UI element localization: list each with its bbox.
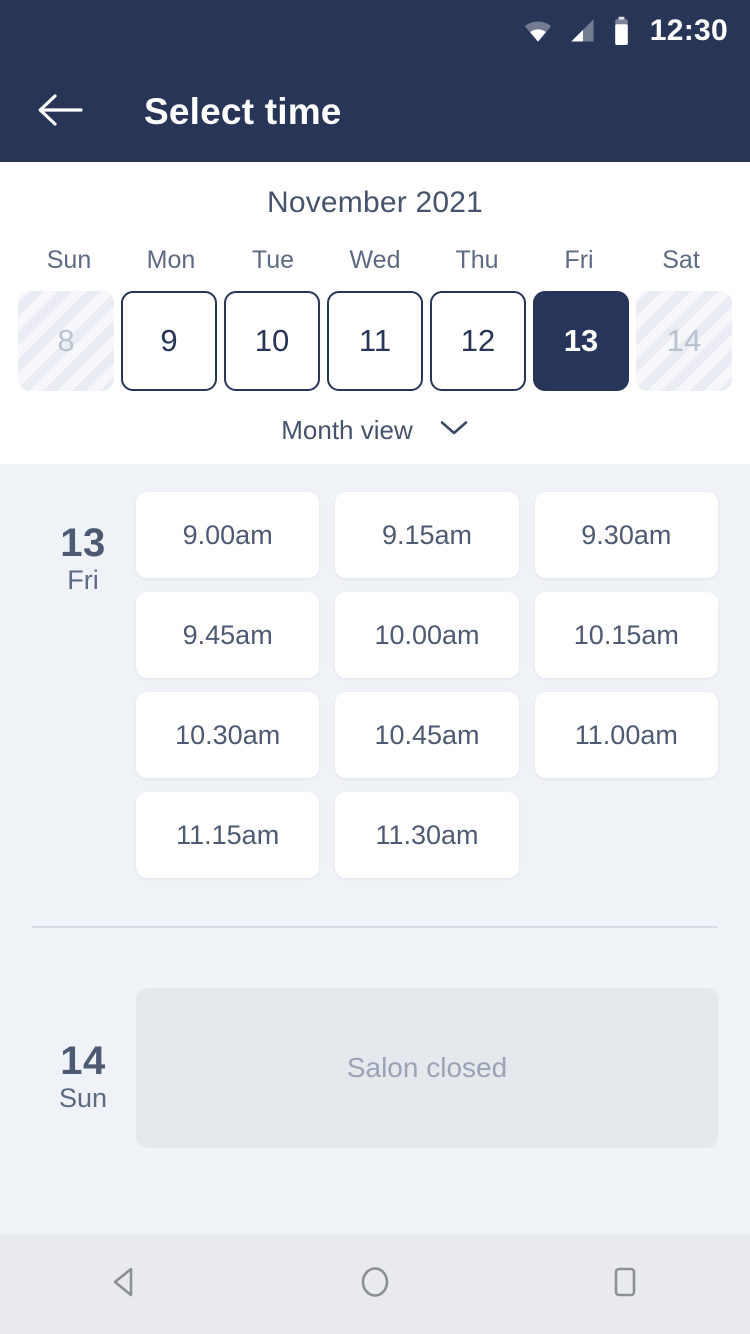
day-of-week: Fri	[67, 565, 99, 596]
cell-signal-icon	[569, 17, 597, 45]
weekday-label-thu: Thu	[455, 246, 499, 274]
time-slot[interactable]: 10.45am	[335, 692, 519, 778]
calendar-date-row: 8 9 10 11 12 13 14	[0, 291, 750, 391]
time-slot[interactable]: 9.45am	[136, 592, 320, 678]
weekday-label-tue: Tue	[251, 246, 295, 274]
android-nav-bar	[0, 1235, 750, 1334]
time-slot[interactable]: 9.30am	[534, 492, 718, 578]
calendar-month-title: November 2021	[266, 186, 484, 219]
time-slot[interactable]: 9.15am	[335, 492, 519, 578]
day-label-13: 13 Fri	[32, 492, 134, 878]
day-label-14: 14 Sun	[32, 988, 134, 1148]
battery-icon	[613, 16, 630, 46]
month-view-label: Month view	[281, 415, 413, 445]
weekday-header-row: Sun Mon Tue Wed Thu Fri Sat	[0, 246, 750, 275]
date-cell-9[interactable]: 9	[121, 291, 217, 391]
nav-back-button[interactable]	[70, 1235, 180, 1334]
time-slot[interactable]: 10.30am	[136, 692, 320, 778]
app-bar: Select time	[0, 62, 750, 162]
time-slot[interactable]: 9.00am	[136, 492, 320, 578]
page-title: Select time	[144, 91, 342, 132]
weekday-label-sun: Sun	[46, 246, 92, 274]
time-slot[interactable]: 10.15am	[534, 592, 718, 678]
status-bar-clock: 12:30	[649, 14, 728, 47]
chevron-down-icon	[439, 419, 469, 442]
nav-recents-button[interactable]	[570, 1235, 680, 1334]
day-block-14: 14 Sun Salon closed	[0, 928, 750, 1148]
weekday-label-fri: Fri	[564, 246, 594, 274]
weekday-label-sat: Sat	[662, 246, 700, 274]
time-slot[interactable]: 11.30am	[335, 792, 519, 878]
time-slots-area: 13 Fri 9.00am 9.15am 9.30am 9.45am 10.00…	[0, 464, 750, 1235]
day-block-13: 13 Fri 9.00am 9.15am 9.30am 9.45am 10.00…	[0, 464, 750, 878]
weekday-label-mon: Mon	[146, 246, 196, 274]
time-slot[interactable]: 10.00am	[335, 592, 519, 678]
nav-home-button[interactable]	[320, 1235, 430, 1334]
app-screen: 12:30 Select time November 2021 Sun Mon …	[0, 0, 750, 1334]
nav-home-circle-icon	[355, 1262, 395, 1307]
calendar-panel: November 2021 Sun Mon Tue Wed Thu Fri Sa…	[0, 162, 750, 464]
month-view-toggle[interactable]: Month view	[0, 415, 750, 446]
time-slot[interactable]: 11.15am	[136, 792, 320, 878]
date-cell-12[interactable]: 12	[430, 291, 526, 391]
wifi-icon	[523, 16, 553, 46]
nav-back-triangle-icon	[105, 1262, 145, 1307]
day-number: 14	[60, 1039, 106, 1083]
date-cell-8: 8	[18, 291, 114, 391]
status-bar: 12:30	[0, 0, 750, 62]
day-number: 13	[60, 521, 106, 565]
time-slot[interactable]: 11.00am	[534, 692, 718, 778]
date-cell-10[interactable]: 10	[224, 291, 320, 391]
date-cell-13[interactable]: 13	[533, 291, 629, 391]
date-cell-14: 14	[636, 291, 732, 391]
back-button[interactable]	[32, 84, 88, 140]
date-cell-11[interactable]: 11	[327, 291, 423, 391]
salon-closed-panel: Salon closed	[136, 988, 718, 1148]
slot-grid-13: 9.00am 9.15am 9.30am 9.45am 10.00am 10.1…	[136, 492, 718, 878]
back-arrow-icon	[37, 92, 83, 133]
day-of-week: Sun	[58, 1083, 108, 1114]
weekday-label-wed: Wed	[349, 246, 401, 274]
nav-recents-square-icon	[605, 1262, 645, 1307]
